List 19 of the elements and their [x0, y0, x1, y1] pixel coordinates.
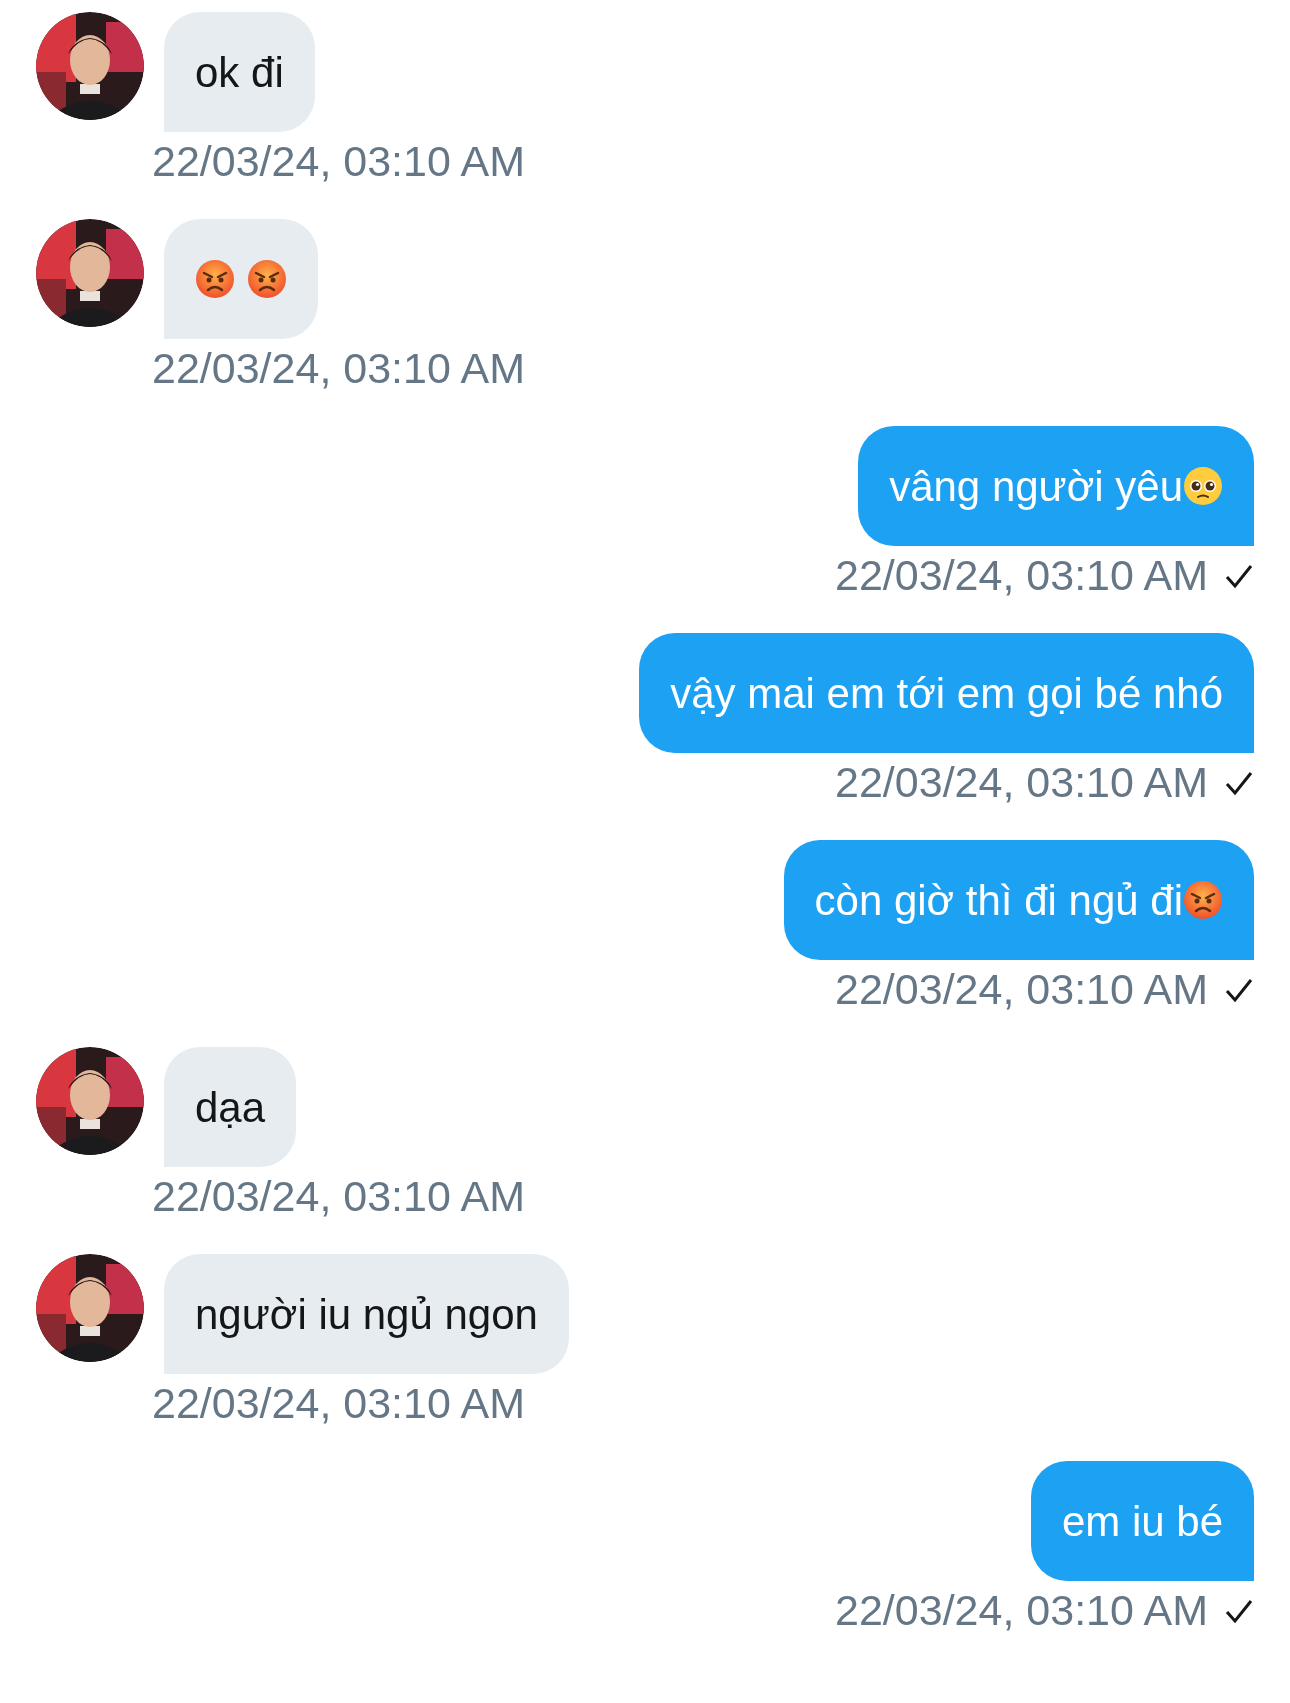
message-timestamp: 22/03/24, 03:10 AM — [152, 1175, 525, 1218]
pleading-face-icon — [1183, 466, 1223, 506]
message-text: người iu ngủ ngon — [195, 1289, 538, 1340]
message-timestamp: 22/03/24, 03:10 AM — [835, 968, 1208, 1011]
message-text: còn giờ thì đi ngủ đi — [814, 875, 1183, 926]
angry-face-icon — [1183, 880, 1223, 920]
message-timestamp: 22/03/24, 03:10 AM — [152, 140, 525, 183]
angry-face-icon — [247, 259, 287, 299]
message-text: em iu bé — [1061, 1496, 1223, 1547]
message-timestamp: 22/03/24, 03:10 AM — [835, 1589, 1208, 1632]
angry-face-icon — [195, 259, 235, 299]
message-text: vâng người yêu — [889, 461, 1183, 512]
message-text: ok đi — [195, 47, 284, 98]
message-timestamp: 22/03/24, 03:10 AM — [152, 347, 525, 390]
message-text: vậy mai em tới em gọi bé nhó — [670, 668, 1223, 719]
message-timestamp: 22/03/24, 03:10 AM — [835, 554, 1208, 597]
message-timestamp: 22/03/24, 03:10 AM — [835, 761, 1208, 804]
message-text: dạa — [195, 1082, 266, 1133]
message-timestamp: 22/03/24, 03:10 AM — [152, 1382, 525, 1425]
